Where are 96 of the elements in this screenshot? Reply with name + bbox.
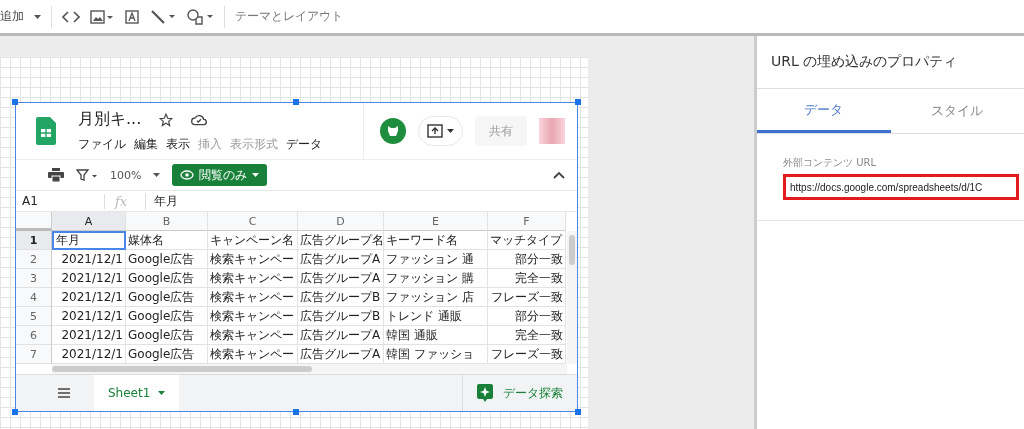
table-cell: 検索キャンペー bbox=[208, 288, 298, 307]
table-cell: 広告グループB bbox=[298, 307, 384, 326]
cloud-icon[interactable] bbox=[191, 113, 208, 126]
menu-item[interactable]: ファイル bbox=[78, 136, 126, 153]
table-cell: Google広告 bbox=[126, 269, 208, 288]
table-cell: 広告グループ名 bbox=[298, 231, 384, 250]
caret-icon[interactable] bbox=[153, 173, 161, 177]
star-icon[interactable] bbox=[159, 112, 174, 127]
row-number[interactable]: 5 bbox=[16, 307, 52, 326]
table-cell: 検索キャンペー bbox=[208, 250, 298, 269]
table-cell: 2021/12/1 bbox=[52, 288, 126, 307]
add-menu[interactable]: 追加 bbox=[0, 8, 24, 25]
url-input-field[interactable]: https://docs.google.com/spreadsheets/d/1C bbox=[783, 174, 1019, 200]
document-title: 月別キ... bbox=[78, 109, 142, 130]
view-only-button[interactable]: 閲覧のみ bbox=[172, 164, 268, 186]
table-cell: Google広告 bbox=[126, 250, 208, 269]
addon-icon[interactable] bbox=[380, 118, 406, 144]
shape-icon[interactable] bbox=[186, 7, 214, 26]
table-cell: 韓国 通販 bbox=[384, 326, 488, 345]
theme-layout-button[interactable]: テーマとレイアウト bbox=[235, 8, 343, 25]
embedded-spreadsheet[interactable] bbox=[15, 102, 578, 412]
table-cell: 年月 bbox=[52, 231, 126, 250]
menu-item[interactable]: データ bbox=[286, 136, 322, 153]
table-cell: 広告グループB bbox=[298, 288, 384, 307]
present-button[interactable] bbox=[418, 116, 463, 146]
menu-item[interactable]: 表示 bbox=[166, 136, 190, 153]
table-cell: 2021/12/1 bbox=[52, 269, 126, 288]
menu-icon[interactable] bbox=[58, 388, 70, 398]
table-cell: 2021/12/1 bbox=[52, 307, 126, 326]
row-number[interactable]: 1 bbox=[16, 231, 52, 250]
caret-icon[interactable] bbox=[34, 14, 41, 19]
menu-item[interactable]: 編集 bbox=[134, 136, 158, 153]
code-icon[interactable] bbox=[62, 9, 80, 24]
table-cell: 部分一致 bbox=[488, 250, 566, 269]
table-cell: ファッション 通 bbox=[384, 250, 488, 269]
table-cell: フレーズ一致 bbox=[488, 288, 566, 307]
field-label: 外部コンテンツ URL bbox=[783, 156, 878, 170]
avatar-placeholder bbox=[539, 118, 565, 144]
row-number[interactable]: 6 bbox=[16, 326, 52, 345]
table-cell: 検索キャンペー bbox=[208, 269, 298, 288]
text-box-icon[interactable] bbox=[124, 8, 140, 25]
print-icon[interactable] bbox=[48, 168, 64, 182]
sheets-logo-icon bbox=[36, 117, 56, 145]
column-header[interactable]: F bbox=[488, 212, 566, 231]
table-cell: ファッション 店 bbox=[384, 288, 488, 307]
resize-handle[interactable] bbox=[12, 99, 18, 105]
caret-icon bbox=[158, 391, 166, 395]
vertical-scrollbar[interactable] bbox=[567, 231, 577, 364]
cell-reference[interactable]: A1 bbox=[16, 194, 104, 208]
column-header[interactable]: A bbox=[52, 212, 126, 231]
row-number[interactable]: 4 bbox=[16, 288, 52, 307]
table-cell: トレンド 通販 bbox=[384, 307, 488, 326]
column-header[interactable]: C bbox=[208, 212, 298, 231]
collapse-icon[interactable] bbox=[553, 171, 565, 179]
line-icon[interactable] bbox=[150, 8, 176, 25]
column-header[interactable]: B bbox=[126, 212, 208, 231]
row-number[interactable]: 7 bbox=[16, 345, 52, 364]
row-number[interactable]: 2 bbox=[16, 250, 52, 269]
image-icon[interactable] bbox=[90, 9, 114, 24]
column-header[interactable]: D bbox=[298, 212, 384, 231]
resize-handle[interactable] bbox=[293, 409, 299, 415]
zoom-select[interactable]: 100% bbox=[110, 168, 142, 182]
table-cell: 検索キャンペー bbox=[208, 326, 298, 345]
filter-icon[interactable] bbox=[76, 169, 98, 181]
resize-handle[interactable] bbox=[293, 99, 299, 105]
table-cell: 広告グループA bbox=[298, 250, 384, 269]
caret-icon bbox=[252, 173, 260, 177]
resize-handle[interactable] bbox=[575, 409, 581, 415]
table-cell: 媒体名 bbox=[126, 231, 208, 250]
table-cell: ファッション 購 bbox=[384, 269, 488, 288]
table-cell: 広告グループA bbox=[298, 269, 384, 288]
table-cell: マッチタイプ bbox=[488, 231, 566, 250]
resize-handle[interactable] bbox=[575, 99, 581, 105]
table-cell: 2021/12/1 bbox=[52, 326, 126, 345]
eye-icon bbox=[180, 170, 195, 180]
table-cell: 部分一致 bbox=[488, 307, 566, 326]
table-cell: 2021/12/1 bbox=[52, 250, 126, 269]
table-cell: Google広告 bbox=[126, 307, 208, 326]
present-icon bbox=[427, 124, 443, 138]
table-cell: 完全一致 bbox=[488, 326, 566, 345]
formula-value: 年月 bbox=[145, 192, 178, 210]
function-label: fx bbox=[104, 193, 145, 209]
row-number[interactable]: 3 bbox=[16, 269, 52, 288]
table-cell: キャンペーン名 bbox=[208, 231, 298, 250]
table-cell: 検索キャンペー bbox=[208, 307, 298, 326]
table-cell: キーワード名 bbox=[384, 231, 488, 250]
table-cell: 完全一致 bbox=[488, 269, 566, 288]
table-cell: Google広告 bbox=[126, 326, 208, 345]
table-cell: 広告グループA bbox=[298, 326, 384, 345]
horizontal-scrollbar[interactable] bbox=[52, 364, 567, 374]
resize-handle[interactable] bbox=[12, 409, 18, 415]
sparkle-icon bbox=[477, 384, 493, 402]
caret-icon bbox=[447, 129, 454, 133]
sheet-tab[interactable]: Sheet1 bbox=[94, 375, 180, 411]
column-header[interactable]: E bbox=[384, 212, 488, 231]
table-cell: Google広告 bbox=[126, 288, 208, 307]
